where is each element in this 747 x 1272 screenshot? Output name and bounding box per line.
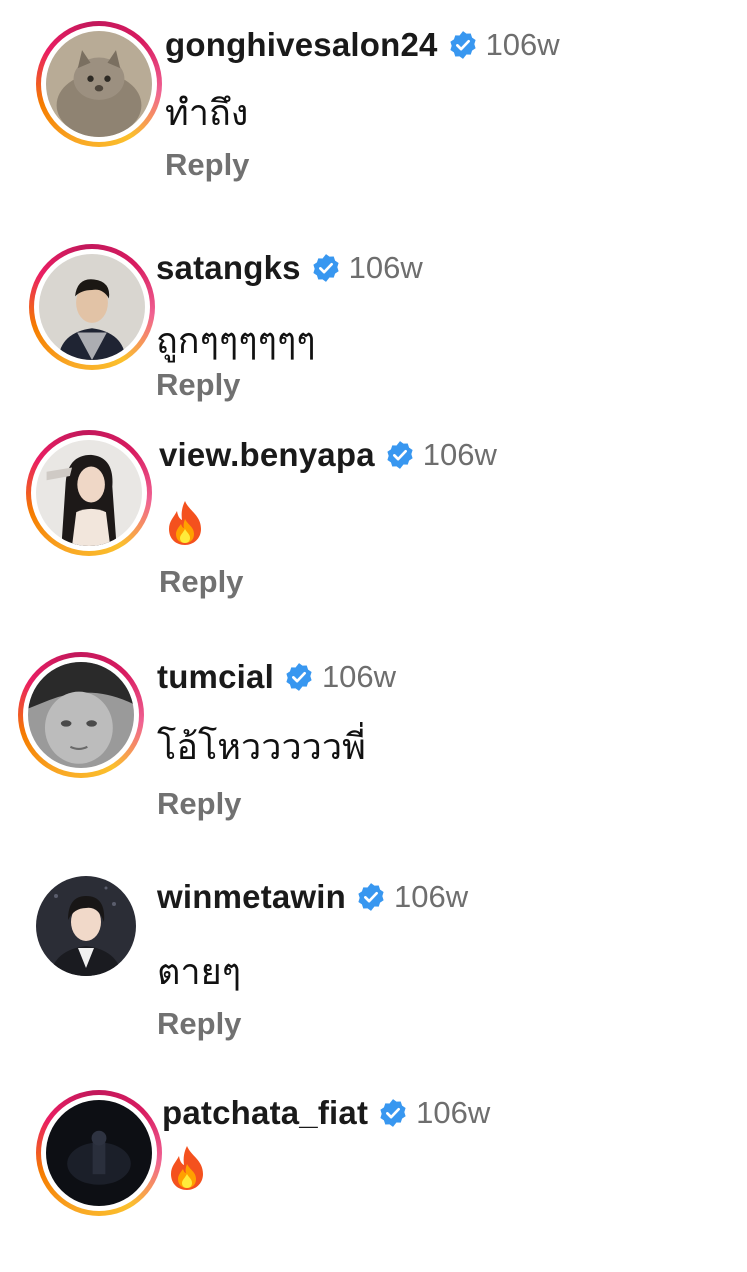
timestamp: 106w	[485, 27, 560, 62]
reply-button[interactable]: Reply	[156, 367, 240, 403]
fire-emoji-icon	[165, 1144, 209, 1192]
timestamp: 106w	[416, 1095, 491, 1130]
avatar[interactable]	[36, 876, 136, 976]
reply-button[interactable]: Reply	[157, 786, 241, 822]
comment-header: satangks 106w	[156, 249, 423, 287]
comment-text: ตายๆ	[157, 952, 242, 993]
comment-item: tumcial 106w โอ้โหวววววพี่ Reply	[0, 634, 747, 834]
reply-button[interactable]: Reply	[159, 564, 243, 600]
verified-badge-icon	[284, 662, 314, 692]
username[interactable]: satangks	[156, 249, 301, 287]
comment-header: patchata_fiat 106w	[162, 1094, 490, 1132]
verified-badge-icon	[311, 253, 341, 283]
comment-item: patchata_fiat 106w	[0, 1072, 747, 1272]
comment-text: ถูกๆๆๆๆๆๆ	[156, 321, 316, 362]
reply-button[interactable]: Reply	[165, 147, 249, 183]
username[interactable]: view.benyapa	[159, 436, 375, 474]
comment-item: gonghivesalon24 106w ทำถึง Reply	[0, 0, 747, 200]
comment-header: tumcial 106w	[157, 658, 396, 696]
username[interactable]: tumcial	[157, 658, 274, 696]
timestamp: 106w	[321, 659, 397, 694]
comment-text: ทำถึง	[165, 93, 249, 134]
woman-photo-icon	[36, 440, 142, 546]
comment-header: gonghivesalon24 106w	[165, 26, 560, 64]
comment-header: winmetawin 106w	[157, 878, 468, 916]
avatar-wrapper[interactable]	[36, 876, 136, 976]
cat-photo-icon	[46, 31, 152, 137]
verified-badge-icon	[356, 882, 386, 912]
grayscale-face-photo-icon	[28, 662, 134, 768]
timestamp: 106w	[348, 250, 423, 285]
avatar-story-ring[interactable]	[26, 430, 152, 556]
avatar-story-ring[interactable]	[29, 244, 155, 370]
dark-photo-icon	[46, 1100, 152, 1206]
username[interactable]: patchata_fiat	[162, 1094, 368, 1132]
avatar[interactable]	[39, 254, 145, 360]
comment-item: satangks 106w ถูกๆๆๆๆๆๆ Reply	[0, 222, 747, 422]
reply-button[interactable]: Reply	[157, 1006, 241, 1042]
avatar[interactable]	[46, 1100, 152, 1206]
avatar-story-ring[interactable]	[36, 21, 162, 147]
timestamp: 106w	[394, 879, 469, 914]
comment-item: winmetawin 106w ตายๆ Reply	[0, 856, 747, 1056]
verified-badge-icon	[385, 440, 415, 470]
username[interactable]: winmetawin	[157, 878, 346, 916]
verified-badge-icon	[448, 30, 478, 60]
avatar[interactable]	[46, 31, 152, 137]
man-photo-icon	[39, 254, 145, 360]
comment-text: โอ้โหวววววพี่	[157, 727, 366, 768]
comment-item: view.benyapa 106w Reply	[0, 412, 747, 612]
avatar[interactable]	[36, 440, 142, 546]
avatar-story-ring[interactable]	[36, 1090, 162, 1216]
comment-header: view.benyapa 106w	[159, 436, 497, 474]
verified-badge-icon	[378, 1098, 408, 1128]
avatar[interactable]	[28, 662, 134, 768]
man-suit-photo-icon	[36, 876, 136, 976]
fire-emoji-icon	[163, 499, 207, 547]
avatar-story-ring[interactable]	[18, 652, 144, 778]
timestamp: 106w	[422, 437, 497, 472]
username[interactable]: gonghivesalon24	[165, 26, 438, 64]
